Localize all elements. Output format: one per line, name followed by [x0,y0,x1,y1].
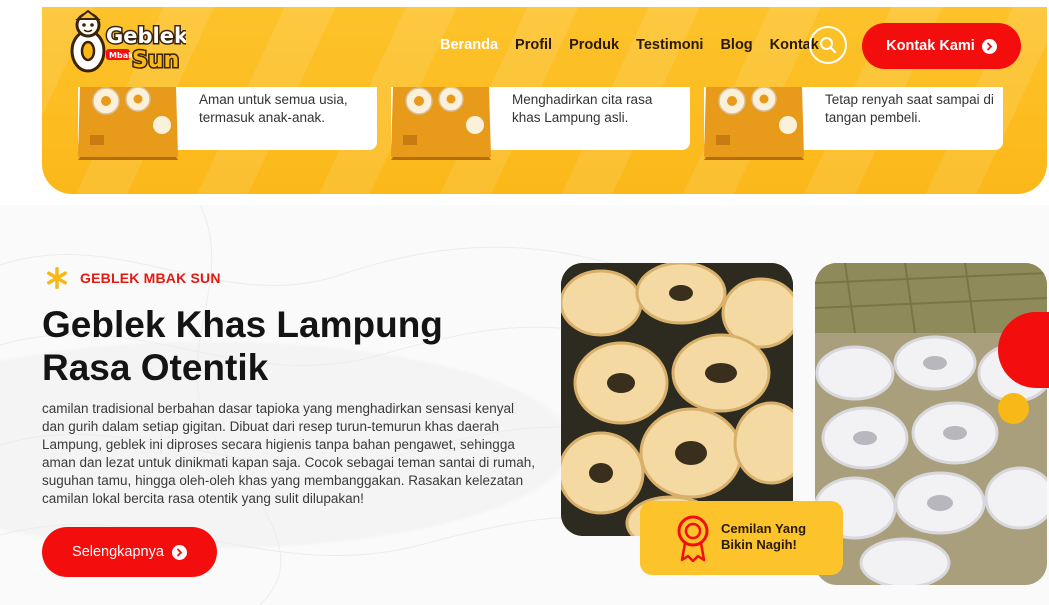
feature-text: Aman untuk semua usia, termasuk anak-ana… [199,92,348,125]
svg-text:Geblek: Geblek [106,24,186,48]
search-button[interactable] [809,26,847,64]
nav-produk[interactable]: Produk [569,37,619,53]
main-nav: Beranda Profil Produk Testimoni Blog Kon… [440,37,836,53]
highlight-badge: Cemilan Yang Bikin Nagih! [640,501,843,575]
svg-text:Mbak: Mbak [109,51,134,60]
nav-beranda[interactable]: Beranda [440,37,498,53]
product-pack-image [391,87,491,160]
feature-card: Tetap renyah saat sampai di tangan pembe… [704,87,1003,160]
nav-testimoni[interactable]: Testimoni [636,37,703,53]
feature-text: Menghadirkan cita rasa khas Lampung asli… [512,92,653,125]
section-eyebrow: GEBLEK MBAK SUN [46,267,221,289]
decor-yellow-dot [998,393,1029,424]
arrow-right-icon [981,38,997,54]
section-description: camilan tradisional berbahan dasar tapio… [42,401,536,506]
feature-cards: Aman untuk semua usia, termasuk anak-ana… [78,87,1008,160]
contact-us-label: Kontak Kami [886,38,975,54]
eyebrow-label: GEBLEK MBAK SUN [80,270,221,286]
feature-card: Aman untuk semua usia, termasuk anak-ana… [78,87,377,160]
feature-card: Menghadirkan cita rasa khas Lampung asli… [391,87,690,160]
about-section: GEBLEK MBAK SUN Geblek Khas Lampung Rasa… [0,205,1049,605]
asterisk-icon [47,267,67,289]
award-icon [677,515,709,562]
hero-band: Geblek Mbak Sun Beranda Profil Produk Te… [42,7,1047,194]
arrow-right-icon [171,544,187,560]
nav-blog[interactable]: Blog [720,37,752,53]
fried-geblek-photo [561,263,793,536]
read-more-label: Selengkapnya [72,544,164,560]
svg-text:Sun: Sun [132,48,179,73]
feature-text: Tetap renyah saat sampai di tangan pembe… [825,92,994,125]
brand-logo[interactable]: Geblek Mbak Sun [66,9,186,85]
contact-us-button[interactable]: Kontak Kami [862,23,1021,69]
search-icon [820,37,836,53]
section-title: Geblek Khas Lampung Rasa Otentik [42,304,443,388]
product-pack-image [78,87,178,160]
product-pack-image [704,87,804,160]
navbar: Geblek Mbak Sun Beranda Profil Produk Te… [42,7,1047,87]
read-more-button[interactable]: Selengkapnya [42,527,217,577]
nav-profil[interactable]: Profil [515,37,552,53]
badge-label: Cemilan Yang Bikin Nagih! [721,521,807,552]
raw-geblek-basket-photo [815,263,1047,585]
